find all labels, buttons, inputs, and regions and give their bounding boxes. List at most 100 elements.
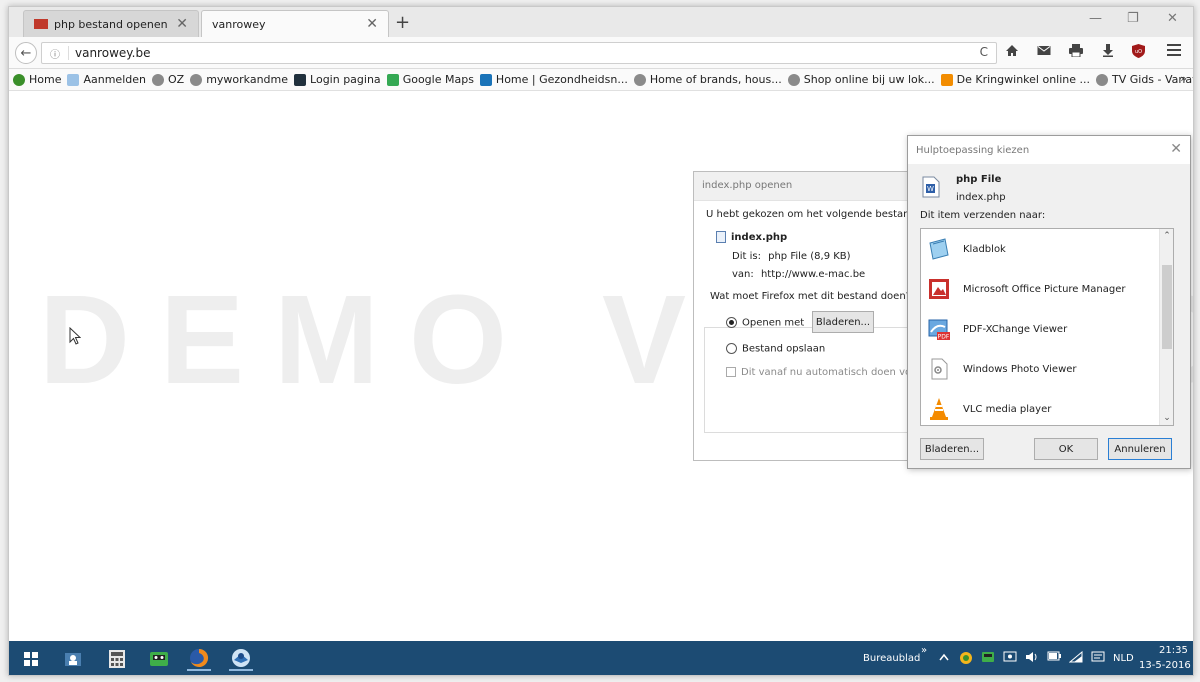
app-item-photo-viewer[interactable]: Windows Photo Viewer bbox=[927, 349, 1153, 389]
desktop-toolbar-label[interactable]: Bureaublad bbox=[863, 653, 920, 664]
volume-icon[interactable] bbox=[1025, 651, 1039, 666]
robot-app-icon[interactable] bbox=[147, 647, 171, 671]
bookmark-item[interactable]: Home bbox=[13, 73, 61, 86]
browse-app-button[interactable]: Bladeren... bbox=[812, 311, 874, 333]
bookmark-item[interactable]: myworkandme bbox=[190, 73, 288, 86]
helper-browse-button[interactable]: Bladeren... bbox=[920, 438, 984, 460]
bookmark-favicon-icon bbox=[633, 73, 646, 86]
url-text[interactable]: vanrowey.be bbox=[68, 46, 150, 60]
tab-label: php bestand openen - Wi... bbox=[54, 17, 170, 31]
choose-helper-dialog: Hulptoepassing kiezen ✕ W php File index… bbox=[907, 135, 1191, 469]
close-window-button[interactable]: ✕ bbox=[1167, 11, 1178, 26]
auto-do-checkbox[interactable]: Dit vanaf nu automatisch doen voor bbox=[726, 367, 921, 378]
helper-file-icon: W bbox=[922, 176, 940, 201]
app-label: Microsoft Office Picture Manager bbox=[963, 283, 1126, 295]
bookmark-favicon-icon bbox=[787, 73, 800, 86]
svg-text:uO: uO bbox=[1134, 49, 1141, 55]
tray-expand-icon[interactable] bbox=[939, 651, 949, 664]
bookmark-item[interactable]: Login pagina bbox=[294, 73, 381, 86]
helper-file-type: php File bbox=[956, 174, 1002, 185]
minimize-button[interactable]: — bbox=[1089, 11, 1102, 26]
download-icon[interactable] bbox=[1099, 44, 1117, 61]
thunderbird-icon[interactable] bbox=[229, 647, 253, 671]
battery-icon[interactable] bbox=[1047, 651, 1061, 664]
ok-button[interactable]: OK bbox=[1034, 438, 1098, 460]
cancel-button[interactable]: Annuleren bbox=[1108, 438, 1172, 460]
action-center-icon[interactable] bbox=[1091, 651, 1105, 666]
bookmark-item[interactable]: OZ bbox=[151, 73, 184, 86]
mouse-cursor-icon bbox=[69, 326, 82, 349]
home-icon[interactable] bbox=[1003, 44, 1021, 61]
bookmark-item[interactable]: Shop online bij uw lok... bbox=[787, 73, 935, 86]
clock-date[interactable]: 13-5-2016 bbox=[1139, 660, 1191, 671]
reload-icon[interactable]: C bbox=[980, 45, 988, 59]
bookmark-item[interactable]: Google Maps bbox=[386, 73, 474, 86]
back-button[interactable]: ← bbox=[15, 42, 37, 64]
app-label: Kladblok bbox=[963, 243, 1006, 255]
bookmark-favicon-icon bbox=[294, 73, 307, 86]
file-type-row: Dit is: php File (8,9 KB) bbox=[732, 251, 851, 262]
from-label: van: bbox=[732, 269, 754, 280]
bookmark-label: Home | Gezondheidsn... bbox=[495, 73, 628, 86]
bookmarks-overflow-icon[interactable]: » bbox=[1180, 72, 1187, 85]
calculator-icon[interactable] bbox=[105, 647, 129, 671]
bookmark-item[interactable]: Home | Gezondheidsn... bbox=[479, 73, 628, 86]
tab-vanrowey[interactable]: vanrowey ✕ bbox=[201, 10, 389, 37]
bookmark-favicon-icon bbox=[151, 73, 164, 86]
tab-close-icon[interactable]: ✕ bbox=[176, 16, 188, 32]
bookmark-item[interactable]: TV Gids - Vanavond en... bbox=[1096, 73, 1193, 86]
mail-icon[interactable] bbox=[1035, 44, 1053, 60]
from-value: http://www.e-mac.be bbox=[760, 269, 866, 280]
app-item-vlc[interactable]: VLC media player bbox=[927, 389, 1153, 425]
bookmark-item[interactable]: Home of brands, hous... bbox=[633, 73, 782, 86]
notepad-icon bbox=[927, 237, 951, 261]
tray-display-icon[interactable] bbox=[1003, 651, 1017, 666]
app-item-kladblok[interactable]: Kladblok bbox=[927, 229, 1153, 269]
send-to-label: Dit item verzenden naar: bbox=[920, 210, 1046, 221]
file-source-row: van: http://www.e-mac.be bbox=[732, 269, 865, 280]
vlc-icon bbox=[927, 397, 951, 421]
file-name-row: index.php bbox=[716, 231, 787, 243]
bookmark-label: Google Maps bbox=[402, 73, 474, 86]
scroll-up-icon[interactable]: ⌃ bbox=[1161, 231, 1173, 241]
helper-close-icon[interactable]: ✕ bbox=[1170, 141, 1182, 157]
scroll-thumb[interactable] bbox=[1162, 265, 1172, 349]
navigation-bar: ← ⓘ vanrowey.be C uO bbox=[9, 37, 1193, 69]
toolbar-chevron-icon[interactable]: » bbox=[921, 645, 927, 656]
bookmark-item[interactable]: Aanmelden bbox=[67, 73, 146, 86]
save-file-label: Bestand opslaan bbox=[742, 343, 826, 355]
app-item-picture-manager[interactable]: Microsoft Office Picture Manager bbox=[927, 269, 1153, 309]
scroll-down-icon[interactable]: ⌄ bbox=[1161, 413, 1173, 423]
list-scrollbar[interactable]: ⌃ ⌄ bbox=[1159, 229, 1173, 425]
bookmark-favicon-icon bbox=[1096, 73, 1108, 86]
new-tab-button[interactable]: + bbox=[395, 12, 410, 33]
svg-text:PDF: PDF bbox=[938, 334, 950, 341]
print-icon[interactable] bbox=[1067, 44, 1085, 61]
tab-php-bestand[interactable]: php bestand openen - Wi... ✕ bbox=[23, 10, 199, 37]
bookmark-label: myworkandme bbox=[206, 73, 289, 86]
ublock-icon[interactable]: uO bbox=[1129, 44, 1147, 62]
bookmark-favicon-icon bbox=[67, 73, 80, 86]
menu-icon[interactable] bbox=[1165, 44, 1183, 60]
bookmark-label: Home bbox=[29, 73, 62, 86]
bookmark-item[interactable]: De Kringwinkel online ... bbox=[940, 73, 1090, 86]
tray-app-icon[interactable] bbox=[959, 651, 973, 668]
start-button[interactable] bbox=[19, 647, 43, 671]
language-indicator[interactable]: NLD bbox=[1113, 653, 1134, 664]
open-with-radio[interactable]: Openen met bbox=[726, 317, 804, 329]
maximize-button[interactable]: ❐ bbox=[1127, 11, 1139, 26]
open-with-label: Openen met bbox=[742, 317, 805, 329]
save-file-radio[interactable]: Bestand opslaan bbox=[726, 343, 825, 355]
site-info-icon[interactable]: ⓘ bbox=[50, 46, 60, 61]
taskbar-people-icon[interactable] bbox=[61, 647, 85, 671]
app-item-pdf-xchange[interactable]: PDF PDF-XChange Viewer bbox=[927, 309, 1153, 349]
svg-text:W: W bbox=[927, 185, 934, 193]
clock-time[interactable]: 21:35 bbox=[1159, 645, 1188, 656]
bookmark-label: De Kringwinkel online ... bbox=[956, 73, 1090, 86]
tab-close-icon[interactable]: ✕ bbox=[366, 16, 378, 32]
firefox-icon[interactable] bbox=[187, 647, 211, 671]
application-list[interactable]: Kladblok Microsoft Office Picture Manage… bbox=[920, 228, 1174, 426]
wifi-icon[interactable] bbox=[1068, 650, 1083, 666]
tray-robot-icon[interactable] bbox=[981, 651, 995, 667]
url-bar[interactable]: ⓘ vanrowey.be C bbox=[41, 42, 997, 64]
